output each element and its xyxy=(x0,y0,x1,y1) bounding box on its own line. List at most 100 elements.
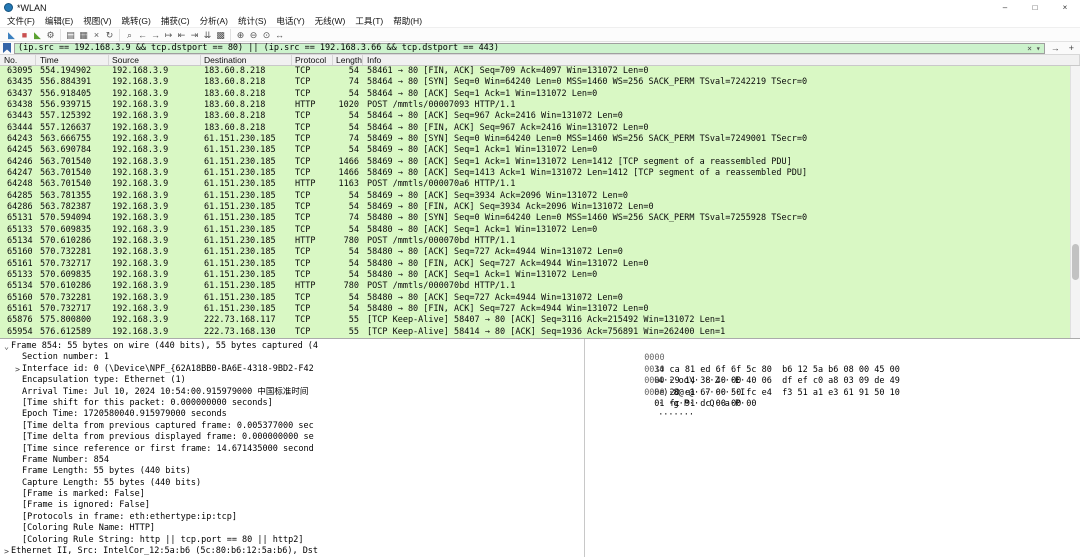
go-back-icon[interactable]: ← xyxy=(136,29,149,41)
auto-scroll-icon[interactable]: ⇊ xyxy=(201,29,214,41)
packet-row[interactable]: 64246 563.701540 192.168.3.9 61.151.230.… xyxy=(0,157,1080,168)
maximize-button[interactable]: □ xyxy=(1020,0,1050,15)
hex-row[interactable]: 0000 34 ca 81 ed 6f 6f 5c 80 b6 12 5a b6… xyxy=(593,342,1080,353)
expander-icon[interactable] xyxy=(13,489,22,500)
menu-item[interactable]: 捕获(C) xyxy=(156,15,195,27)
packet-list-scrollbar[interactable] xyxy=(1070,66,1080,338)
column-header-info[interactable]: Info xyxy=(363,55,1080,65)
detail-row[interactable]: ⌄ Frame 854: 55 bytes on wire (440 bits)… xyxy=(0,341,584,352)
packet-row[interactable]: 65133 570.609835 192.168.3.9 61.151.230.… xyxy=(0,270,1080,281)
packet-row[interactable]: 65161 570.732717 192.168.3.9 61.151.230.… xyxy=(0,304,1080,315)
filter-bookmark-icon[interactable] xyxy=(3,43,11,53)
go-first-icon[interactable]: ⇤ xyxy=(175,29,188,41)
scrollbar-thumb[interactable] xyxy=(1072,244,1079,280)
menu-item[interactable]: 跳转(G) xyxy=(117,15,156,27)
go-to-packet-icon[interactable]: ↦ xyxy=(162,29,175,41)
stop-capture-icon[interactable]: ■ xyxy=(18,29,31,41)
packet-row[interactable]: 64247 563.701540 192.168.3.9 61.151.230.… xyxy=(0,168,1080,179)
expander-icon[interactable] xyxy=(13,398,22,409)
menu-item[interactable]: 电话(Y) xyxy=(271,15,309,27)
column-header-length[interactable]: Length xyxy=(333,55,363,65)
reload-icon[interactable]: ↻ xyxy=(103,29,116,41)
packet-row[interactable]: 63095 554.194902 192.168.3.9 183.60.8.21… xyxy=(0,66,1080,77)
packet-row[interactable]: 63444 557.126637 192.168.3.9 183.60.8.21… xyxy=(0,123,1080,134)
zoom-in-icon[interactable]: ⊕ xyxy=(234,29,247,41)
save-file-icon[interactable]: ▦ xyxy=(77,29,90,41)
minimize-button[interactable]: – xyxy=(990,0,1020,15)
open-file-icon[interactable]: ▤ xyxy=(64,29,77,41)
column-header-source[interactable]: Source xyxy=(109,55,201,65)
expander-icon[interactable] xyxy=(13,409,22,420)
detail-row[interactable]: [Time shift for this packet: 0.000000000… xyxy=(0,398,584,409)
packet-row[interactable]: 63443 557.125392 192.168.3.9 183.60.8.21… xyxy=(0,111,1080,122)
packet-row[interactable]: 65133 570.609835 192.168.3.9 61.151.230.… xyxy=(0,225,1080,236)
expander-icon[interactable] xyxy=(13,455,22,466)
detail-row[interactable]: Frame Length: 55 bytes (440 bits) xyxy=(0,466,584,477)
resize-columns-icon[interactable]: ↔ xyxy=(273,29,286,41)
detail-row[interactable]: [Time since reference or first frame: 14… xyxy=(0,444,584,455)
detail-row[interactable]: [Coloring Rule String: http || tcp.port … xyxy=(0,535,584,546)
packet-row[interactable]: 65876 575.800800 192.168.3.9 222.73.168.… xyxy=(0,315,1080,326)
packet-row[interactable]: 63437 556.918405 192.168.3.9 183.60.8.21… xyxy=(0,89,1080,100)
filter-expression-dropdown-icon[interactable]: ▾ xyxy=(1036,44,1041,53)
expander-icon[interactable] xyxy=(13,535,22,546)
filter-clear-icon[interactable]: × xyxy=(1027,44,1032,53)
detail-row[interactable]: Encapsulation type: Ethernet (1) xyxy=(0,375,584,386)
expander-icon[interactable] xyxy=(13,500,22,511)
display-filter-input[interactable]: (ip.src == 192.168.3.9 && tcp.dstport ==… xyxy=(14,43,1045,54)
restart-capture-icon[interactable]: ◣ xyxy=(31,29,44,41)
detail-row[interactable]: Section number: 1 xyxy=(0,352,584,363)
expander-icon[interactable] xyxy=(13,478,22,489)
packet-row[interactable]: 64286 563.782387 192.168.3.9 61.151.230.… xyxy=(0,202,1080,213)
expander-icon[interactable] xyxy=(13,523,22,534)
detail-row[interactable]: [Frame is marked: False] xyxy=(0,489,584,500)
expander-icon[interactable] xyxy=(13,387,22,398)
packet-row[interactable]: 63438 556.939715 192.168.3.9 183.60.8.21… xyxy=(0,100,1080,111)
colorize-icon[interactable]: ▩ xyxy=(214,29,227,41)
hex-row[interactable]: 0010 00 29 14 38 40 00 40 06 df ef c0 a8… xyxy=(593,353,1080,364)
packet-row[interactable]: 65954 576.612589 192.168.3.9 222.73.168.… xyxy=(0,327,1080,338)
filter-apply-icon[interactable]: → xyxy=(1048,43,1063,53)
packet-row[interactable]: 65134 570.610286 192.168.3.9 61.151.230.… xyxy=(0,236,1080,247)
packet-row[interactable]: 64243 563.666755 192.168.3.9 61.151.230.… xyxy=(0,134,1080,145)
capture-options-icon[interactable]: ⚙ xyxy=(44,29,57,41)
zoom-out-icon[interactable]: ⊖ xyxy=(247,29,260,41)
menu-item[interactable]: 工具(T) xyxy=(350,15,388,27)
expander-icon[interactable] xyxy=(13,375,22,386)
packet-row[interactable]: 64285 563.781355 192.168.3.9 61.151.230.… xyxy=(0,191,1080,202)
menu-item[interactable]: 编辑(E) xyxy=(40,15,78,27)
detail-row[interactable]: > Interface id: 0 (\Device\NPF_{62A18BB0… xyxy=(0,364,584,375)
close-button[interactable]: × xyxy=(1050,0,1080,15)
expander-icon[interactable] xyxy=(13,432,22,443)
expander-icon[interactable] xyxy=(13,512,22,523)
packet-row[interactable]: 65160 570.732281 192.168.3.9 61.151.230.… xyxy=(0,293,1080,304)
expander-icon[interactable] xyxy=(13,352,22,363)
packet-row[interactable]: 65160 570.732281 192.168.3.9 61.151.230.… xyxy=(0,247,1080,258)
expander-icon[interactable]: ⌄ xyxy=(2,341,11,352)
detail-row[interactable]: Capture Length: 55 bytes (440 bits) xyxy=(0,478,584,489)
expander-icon[interactable]: > xyxy=(2,546,11,557)
detail-row[interactable]: > Ethernet II, Src: IntelCor_12:5a:b6 (5… xyxy=(0,546,584,557)
packet-row[interactable]: 64248 563.701540 192.168.3.9 61.151.230.… xyxy=(0,179,1080,190)
column-header-protocol[interactable]: Protocol xyxy=(292,55,333,65)
detail-row[interactable]: Frame Number: 854 xyxy=(0,455,584,466)
detail-row[interactable]: [Time delta from previous captured frame… xyxy=(0,421,584,432)
packet-row[interactable]: 65134 570.610286 192.168.3.9 61.151.230.… xyxy=(0,281,1080,292)
expander-icon[interactable] xyxy=(13,421,22,432)
packet-row[interactable]: 64245 563.690784 192.168.3.9 61.151.230.… xyxy=(0,145,1080,156)
menu-item[interactable]: 分析(A) xyxy=(195,15,233,27)
menu-item[interactable]: 帮助(H) xyxy=(388,15,427,27)
filter-add-button[interactable]: + xyxy=(1066,43,1077,53)
expander-icon[interactable] xyxy=(13,444,22,455)
detail-row[interactable]: [Time delta from previous displayed fram… xyxy=(0,432,584,443)
menu-item[interactable]: 无线(W) xyxy=(310,15,351,27)
detail-row[interactable]: [Protocols in frame: eth:ethertype:ip:tc… xyxy=(0,512,584,523)
menu-item[interactable]: 统计(S) xyxy=(233,15,271,27)
detail-row[interactable]: Arrival Time: Jul 10, 2024 10:54:00.9159… xyxy=(0,387,584,398)
close-file-icon[interactable]: × xyxy=(90,29,103,41)
detail-row[interactable]: [Frame is ignored: False] xyxy=(0,500,584,511)
start-capture-icon[interactable]: ◣ xyxy=(5,29,18,41)
expander-icon[interactable]: > xyxy=(13,364,22,375)
menu-item[interactable]: 视图(V) xyxy=(78,15,116,27)
expander-icon[interactable] xyxy=(13,466,22,477)
